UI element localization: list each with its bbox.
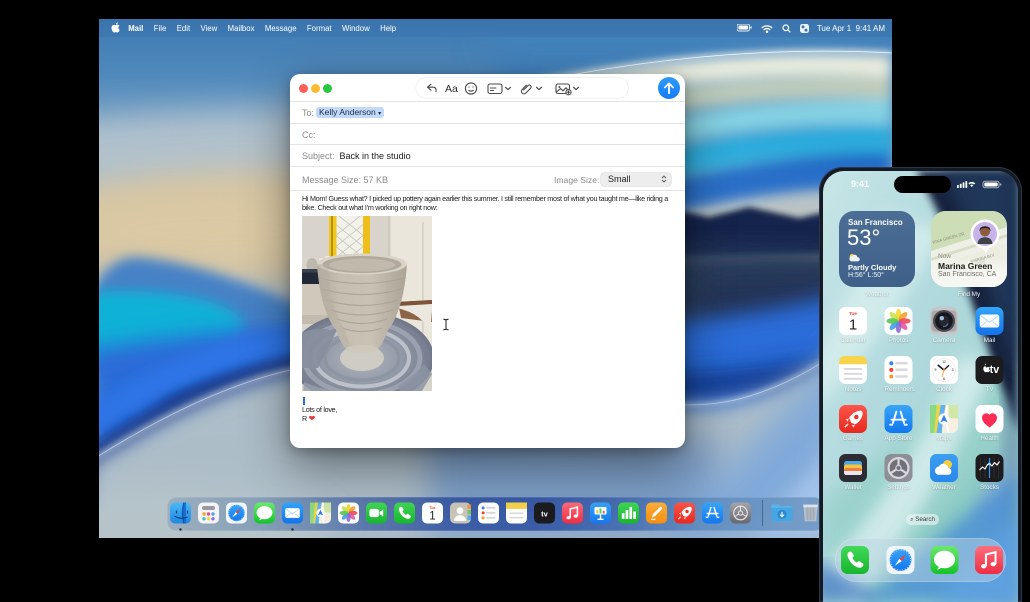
svg-text:Tue: Tue	[429, 506, 435, 510]
svg-text:Aa: Aa	[445, 83, 458, 95]
svg-text:1: 1	[429, 511, 435, 523]
svg-text:tv: tv	[541, 509, 548, 518]
